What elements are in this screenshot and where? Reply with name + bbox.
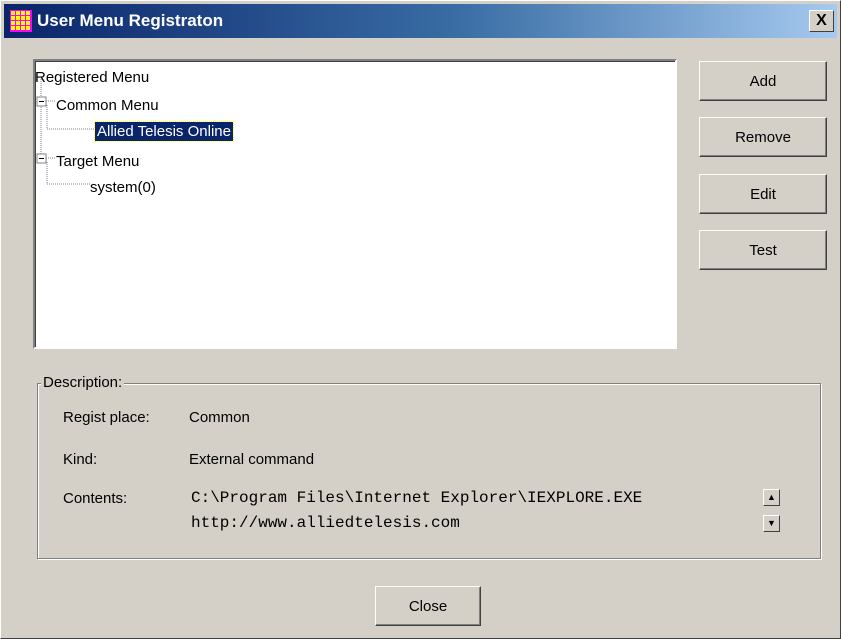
close-icon: X [816,12,827,29]
add-button[interactable]: Add [699,61,827,101]
regist-place-label: Regist place: [63,409,150,426]
window-title: User Menu Registraton [37,11,224,30]
menu-tree-view[interactable]: Registered Menu Common Menu Allied Teles… [33,59,677,349]
collapse-target-menu-icon[interactable] [36,153,47,164]
kind-label: Kind: [63,451,98,468]
arrow-up-icon: ▲ [767,492,776,502]
scroll-up-button[interactable]: ▲ [763,489,780,506]
close-button[interactable]: Close [375,586,481,626]
close-window-button[interactable]: X [809,10,834,32]
tree-node-common-menu[interactable]: Common Menu [56,96,159,115]
contents-line-1: C:\Program Files\Internet Explorer\IEXPL… [191,489,643,507]
scroll-down-button[interactable]: ▼ [763,515,780,532]
contents-line-2: http://www.alliedtelesis.com [191,514,460,532]
tree-root-registered-menu[interactable]: Registered Menu [35,68,149,87]
test-button[interactable]: Test [699,230,827,270]
title-bar[interactable]: User Menu Registraton X [4,4,837,38]
tree-node-system[interactable]: system(0) [90,178,156,197]
edit-button[interactable]: Edit [699,174,827,214]
contents-label: Contents: [63,490,128,507]
tree-node-target-menu[interactable]: Target Menu [56,152,139,171]
arrow-down-icon: ▼ [767,518,776,528]
dialog-window: User Menu Registraton X Registered Menu … [0,0,841,639]
description-group-label: Description: [41,374,125,391]
collapse-common-menu-icon[interactable] [36,96,47,107]
regist-place-value: Common [189,409,250,426]
remove-button[interactable]: Remove [699,117,827,157]
grid-app-icon [10,10,32,32]
kind-value: External command [189,451,315,468]
tree-node-allied-telesis-online[interactable]: Allied Telesis Online [94,121,234,142]
